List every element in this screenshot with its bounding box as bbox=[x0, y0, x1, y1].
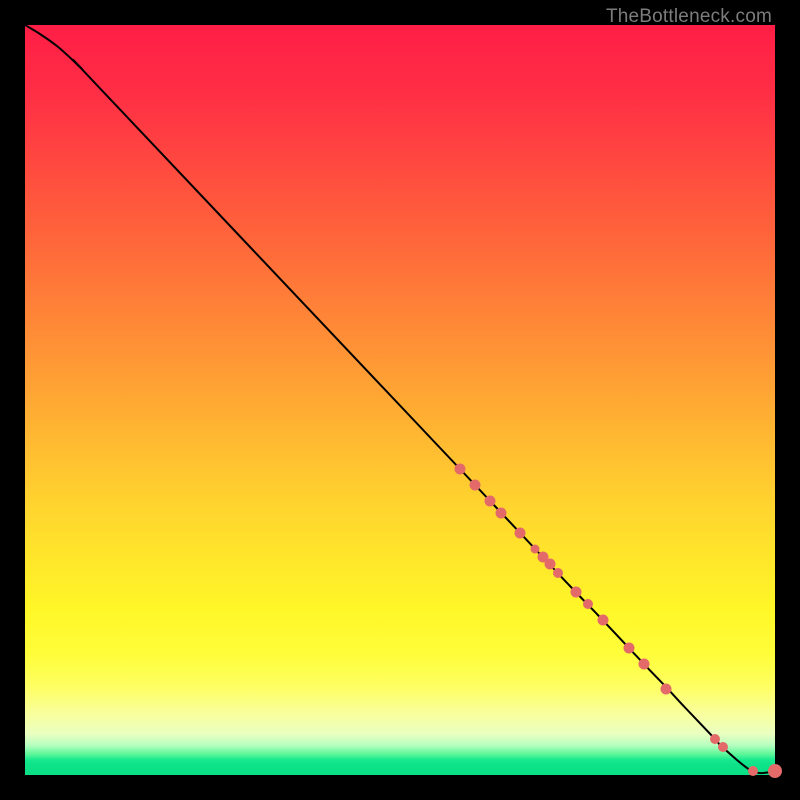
data-point bbox=[638, 659, 649, 670]
data-point bbox=[496, 507, 507, 518]
data-point bbox=[485, 495, 496, 506]
data-point bbox=[748, 766, 758, 776]
data-point bbox=[623, 642, 634, 653]
data-point bbox=[661, 683, 672, 694]
chart-stage: TheBottleneck.com bbox=[0, 0, 800, 800]
bottleneck-curve bbox=[25, 25, 775, 775]
plot-area bbox=[25, 25, 775, 775]
data-point bbox=[583, 599, 593, 609]
data-point bbox=[571, 587, 582, 598]
data-point bbox=[597, 614, 608, 625]
data-point bbox=[718, 742, 728, 752]
data-point bbox=[515, 527, 526, 538]
data-point bbox=[455, 464, 466, 475]
data-point bbox=[553, 568, 563, 578]
data-point bbox=[470, 479, 481, 490]
data-point bbox=[768, 764, 782, 778]
